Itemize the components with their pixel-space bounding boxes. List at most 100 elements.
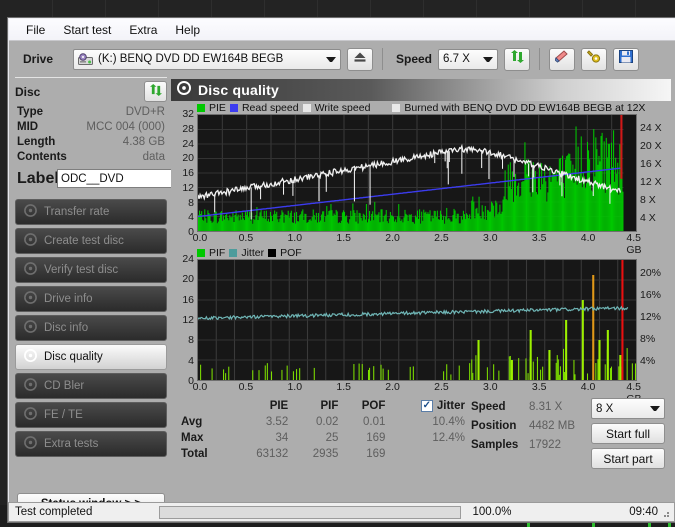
disc-icon [24,204,37,220]
drive-select[interactable]: (K:) BENQ DVD DD EW164B BEGB [73,48,341,70]
sidebar-item-cd-bler[interactable]: CD Bler [15,373,167,399]
sidebar-item-label: Disc info [44,322,89,334]
top-chart-x-axis: 0.0 0.5 1.0 1.5 2.0 2.5 3.0 3.5 4.0 4.5 GB [193,232,642,256]
speed-select[interactable]: 6.7 X [438,48,499,70]
menu-extra[interactable]: Extra [120,21,166,39]
y-tick-label: 8 [188,196,194,209]
stats-col-jitter: ✓ Jitter [391,398,471,414]
disc-icon [24,320,37,336]
chevron-down-icon[interactable] [650,406,660,411]
stats-cell-pie: 63132 [256,448,289,460]
readout-samples-value: 17922 [529,439,561,451]
sidebar-item-fe-te[interactable]: FE / TE [15,402,167,428]
jitter-checkbox[interactable]: ✓ [420,399,433,412]
start-full-button[interactable]: Start full [591,423,665,444]
start-part-button[interactable]: Start part [591,448,665,469]
stats-cell-pif: 0.02 [315,416,339,428]
eraser-icon [553,50,570,68]
sidebar-item-disc-info[interactable]: Disc info [15,315,167,341]
save-button[interactable] [613,47,640,71]
window-body: Disc Type DVD+R MID MCC 004 (000) Length… [9,77,675,522]
disc-icon [24,436,37,452]
readout-speed: Speed 8.31 X [471,398,583,417]
legend-swatch-burned-with [392,103,401,112]
stats-col-blank [179,398,234,414]
top-chart-block: PIE Read speed Write speed Burned with B… [171,101,671,257]
y-tick-label: 24 X [640,122,662,134]
main-panel: Disc quality PIE Read speed Write speed … [171,77,675,522]
menu-help[interactable]: Help [166,21,209,39]
refresh-button[interactable] [504,47,531,71]
x-tick-label: 0.5 [238,381,254,393]
test-speed-select[interactable]: 8 X [591,398,665,419]
sidebar-item-extra-tests[interactable]: Extra tests [15,431,167,457]
disc-label-key: Label [17,169,59,187]
drive-value: (K:) BENQ DVD DD EW164B BEGB [98,53,284,65]
toolbar-separator-1 [382,48,383,70]
y-tick-label: 16 X [640,158,662,170]
menu-file[interactable]: File [17,21,54,39]
y-tick-label: 12 X [640,176,662,188]
sidebar-item-verify-test-disc[interactable]: Verify test disc [15,257,167,283]
legend-swatch-jitter [229,248,238,257]
sidebar-item-label: Verify test disc [44,264,119,276]
stats-cell-jitter [391,446,471,462]
stats-col-pof: POF [361,399,386,412]
disc-info-value: 4.38 GB [122,136,165,148]
chevron-down-icon[interactable] [483,56,494,62]
y-tick-label: 12 [182,314,194,326]
sidebar-item-disc-quality[interactable]: Disc quality [15,344,167,370]
x-tick-label: 2.0 [385,381,400,393]
speed-value: 6.7 X [443,53,470,65]
speed-label: Speed [396,52,433,66]
x-tick-label: 2.0 [385,232,400,244]
x-tick-label: 3.0 [483,232,498,244]
stats-cell-pof: 0.01 [363,416,386,428]
x-tick-label: 3.5 [531,232,547,244]
disc-info-value: data [142,151,165,163]
bottom-chart-plot [197,259,637,381]
legend-swatch-pif [197,248,205,257]
sidebar-item-drive-info[interactable]: Drive info [15,286,167,312]
sidebar-item-label: Extra tests [44,438,99,450]
disc-quality-header: Disc quality [171,79,671,101]
legend-swatch-read-speed [229,103,238,112]
y-tick-label: 16 [182,167,194,179]
chevron-down-icon[interactable] [326,56,336,62]
statistics-table: PIE PIF POF ✓ Jitter Avg 3.52 0.02 0.01 … [171,398,471,469]
disc-icon [24,349,37,365]
disc-info-key: Type [17,106,43,118]
sidebar-item-transfer-rate[interactable]: Transfer rate [15,199,167,225]
x-tick-label: 3.5 [531,381,547,393]
disc-info-row-type: Type DVD+R [17,105,165,120]
disc-icon [24,407,37,423]
x-tick-label: 3.0 [483,381,498,393]
tools-button[interactable] [581,47,608,71]
resize-grip-icon[interactable] [659,507,671,519]
sidebar-item-label: Disc quality [44,351,103,363]
sidebar-item-create-test-disc[interactable]: Create test disc [15,228,167,254]
disc-quality-icon [177,80,191,100]
stats-col-pif: PIF [320,399,339,412]
legend-swatch-write-speed [302,103,311,112]
disc-info-value: MCC 004 (000) [86,121,165,133]
table-row: Avg 3.52 0.02 0.01 10.4% [179,414,471,430]
erase-button[interactable] [549,47,576,71]
y-tick-label: 28 [182,122,194,135]
y-tick-label: 4 [188,211,194,224]
menu-start-test[interactable]: Start test [54,21,120,39]
bottom-chart-y2-axis: 20% 16% 12% 8% 4% [637,259,671,381]
stats-cell-pof: 169 [366,432,386,444]
x-tick-label: 1.0 [287,232,303,244]
stats-row-label: Max [181,432,204,444]
eject-button[interactable] [347,47,373,71]
stats-col-jitter-label: Jitter [436,399,465,412]
x-tick-label: 1.5 [336,381,351,393]
legend-label-pif: PIF [209,246,226,259]
disc-info-key: MID [17,121,39,133]
disc-refresh-button[interactable] [144,81,167,102]
sidebar-item-label: Transfer rate [44,206,110,218]
bottom-chart-x-axis: 0.00.51.01.52.02.53.03.54.04.5 GB [193,381,642,405]
top-chart-y-axis: 32 28 24 20 16 12 8 4 0 [171,108,197,238]
